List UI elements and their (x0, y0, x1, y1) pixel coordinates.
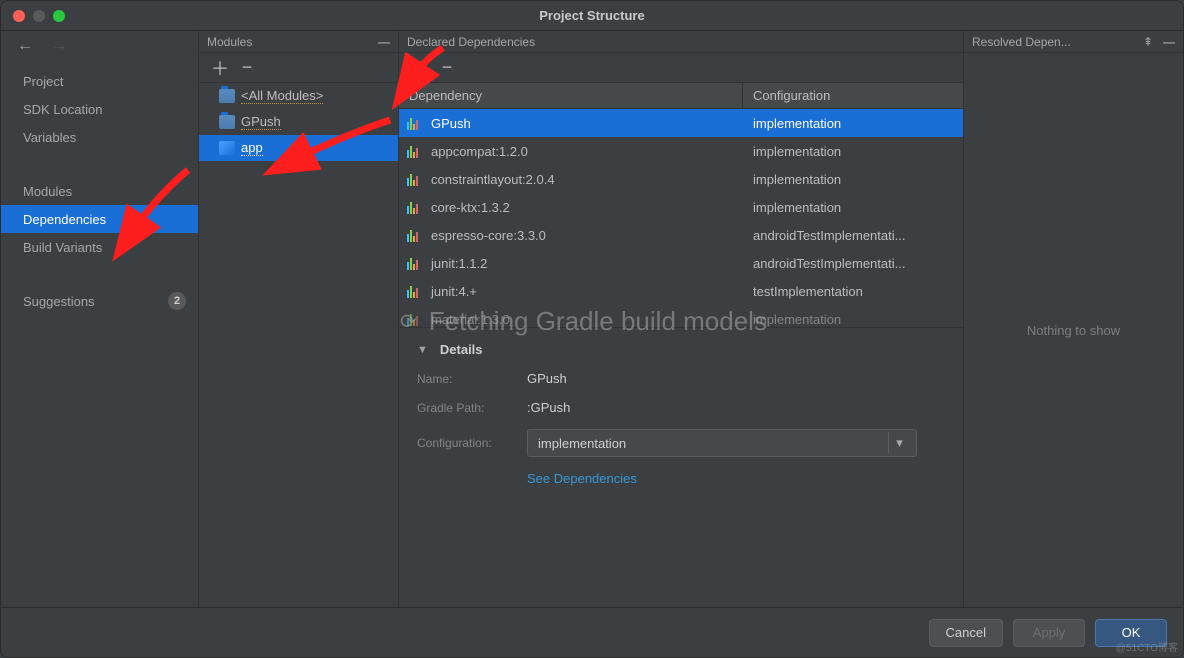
cancel-button[interactable]: Cancel (929, 619, 1003, 647)
chevron-down-icon: ▾ (888, 432, 910, 454)
module-icon (219, 89, 235, 103)
dependency-table-header: Dependency Configuration (399, 83, 963, 109)
remove-module-button[interactable]: − (239, 57, 255, 78)
detail-name-value: GPush (527, 371, 567, 386)
resolved-header: Resolved Depen... (972, 35, 1143, 49)
tree-options-icon[interactable]: ⇞ (1143, 35, 1153, 49)
configuration-select[interactable]: implementation ▾ (527, 429, 917, 457)
zoom-window-icon[interactable] (53, 10, 65, 22)
details-panel: ▼ Details Name: GPush Gradle Path: :GPus… (399, 327, 963, 494)
sidebar-item-modules[interactable]: Modules (1, 177, 198, 205)
dependency-row[interactable]: junit:1.1.2 androidTestImplementati... (399, 249, 963, 277)
sidebar-item-suggestions[interactable]: Suggestions 2 (1, 287, 198, 315)
dependency-list: GPush implementation appcompat:1.2.0 imp… (399, 109, 963, 327)
library-icon (407, 228, 423, 242)
dependencies-toolbar: ＋ − (399, 53, 963, 83)
sidebar-item-build-variants[interactable]: Build Variants (1, 233, 198, 261)
modules-header: Modules (207, 35, 252, 49)
detail-config-label: Configuration: (417, 436, 527, 450)
library-icon (407, 144, 423, 158)
left-sidebar: ← → Project SDK Location Variables Modul… (1, 31, 199, 607)
configuration-column-header[interactable]: Configuration (743, 83, 963, 108)
main-panels: Modules — ＋ − <All Modules> GPush (199, 31, 1183, 607)
add-dependency-button[interactable]: ＋ (411, 55, 427, 81)
modules-toolbar: ＋ − (199, 53, 398, 83)
details-toggle-icon[interactable]: ▼ (417, 344, 428, 356)
sidebar-item-sdk-location[interactable]: SDK Location (1, 95, 198, 123)
see-dependencies-link[interactable]: See Dependencies (527, 471, 637, 486)
add-module-button[interactable]: ＋ (211, 55, 227, 81)
suggestions-badge: 2 (168, 292, 186, 310)
library-icon (407, 312, 423, 326)
window-controls (1, 10, 65, 22)
dependency-row[interactable]: junit:4.+ testImplementation (399, 277, 963, 305)
close-window-icon[interactable] (13, 10, 25, 22)
library-icon (407, 116, 423, 130)
resolved-panel: Resolved Depen... ⇞ — Nothing to show (963, 31, 1183, 607)
module-gpush[interactable]: GPush (199, 109, 398, 135)
nav-back-icon[interactable]: ← (17, 37, 33, 55)
library-icon (407, 172, 423, 186)
titlebar: Project Structure (1, 1, 1183, 31)
resolved-empty-text: Nothing to show (1027, 323, 1120, 338)
dependency-column-header[interactable]: Dependency (399, 83, 743, 108)
sidebar-item-project[interactable]: Project (1, 67, 198, 95)
dependency-row[interactable]: core-ktx:1.3.2 implementation (399, 193, 963, 221)
apply-button[interactable]: Apply (1013, 619, 1085, 647)
dependency-row[interactable]: constraintlayout:2.0.4 implementation (399, 165, 963, 193)
module-icon (219, 141, 235, 155)
detail-path-label: Gradle Path: (417, 401, 527, 415)
module-icon (219, 115, 235, 129)
dependencies-panel: Declared Dependencies ＋ − Dependency Con… (399, 31, 963, 607)
dependency-row[interactable]: material:1.3.0 implementation (399, 305, 963, 327)
project-structure-window: Project Structure ← → Project SDK Locati… (0, 0, 1184, 658)
nav-history: ← → (1, 31, 198, 61)
dependencies-header: Declared Dependencies (407, 35, 535, 49)
module-app[interactable]: app (199, 135, 398, 161)
minimize-window-icon[interactable] (33, 10, 45, 22)
nav-forward-icon[interactable]: → (51, 37, 67, 55)
content: ← → Project SDK Location Variables Modul… (1, 31, 1183, 607)
ok-button[interactable]: OK (1095, 619, 1167, 647)
details-title: Details (440, 342, 483, 357)
detail-name-label: Name: (417, 372, 527, 386)
dependency-row[interactable]: espresso-core:3.3.0 androidTestImplement… (399, 221, 963, 249)
modules-panel: Modules — ＋ − <All Modules> GPush (199, 31, 399, 607)
library-icon (407, 284, 423, 298)
dependency-row[interactable]: appcompat:1.2.0 implementation (399, 137, 963, 165)
library-icon (407, 256, 423, 270)
library-icon (407, 200, 423, 214)
dialog-footer: Cancel Apply OK (1, 607, 1183, 657)
resolved-collapse-icon[interactable]: — (1163, 35, 1175, 49)
detail-path-value: :GPush (527, 400, 570, 415)
sidebar-item-dependencies[interactable]: Dependencies (1, 205, 198, 233)
dependency-row[interactable]: GPush implementation (399, 109, 963, 137)
modules-collapse-icon[interactable]: — (378, 35, 390, 49)
sidebar-item-variables[interactable]: Variables (1, 123, 198, 151)
module-list: <All Modules> GPush app (199, 83, 398, 607)
remove-dependency-button[interactable]: − (439, 57, 455, 78)
window-title: Project Structure (1, 8, 1183, 23)
module-all[interactable]: <All Modules> (199, 83, 398, 109)
